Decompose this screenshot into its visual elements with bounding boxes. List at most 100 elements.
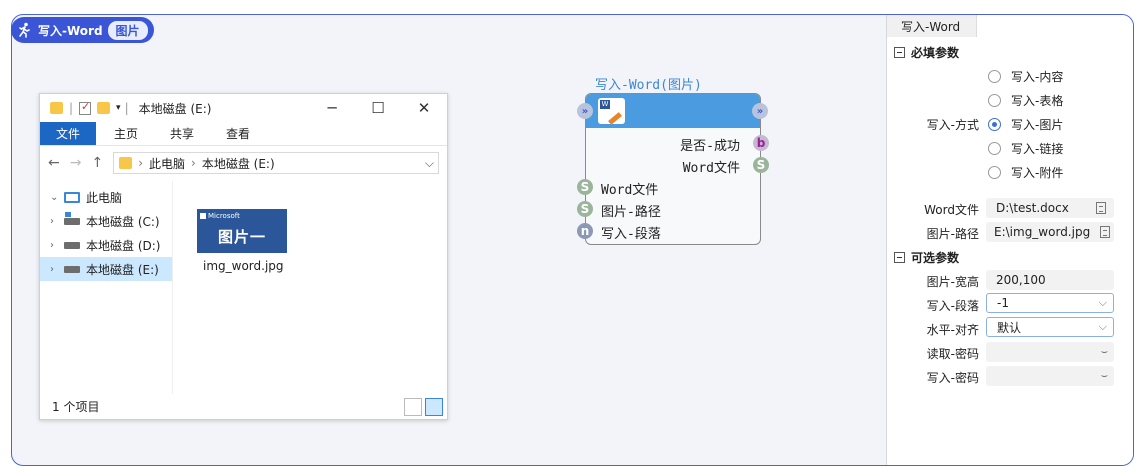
radio-label: 写入-附件 xyxy=(1011,166,1064,180)
expand-chevron-icon[interactable]: › xyxy=(50,240,58,251)
read-password-label: 读取-密码 xyxy=(926,347,979,361)
collapse-icon[interactable] xyxy=(894,252,905,263)
write-word-node[interactable]: W 是否-成功 Word文件 Word文件 图片-路径 写入-段落 xyxy=(585,93,761,245)
forward-arrow-icon[interactable]: → xyxy=(70,155,82,171)
close-button[interactable]: ✕ xyxy=(401,99,447,117)
expand-chevron-icon[interactable]: › xyxy=(50,216,58,227)
computer-icon xyxy=(64,191,80,203)
optional-section-header[interactable]: 可选参数 xyxy=(894,249,959,266)
canvas-title: 写入-Word xyxy=(38,23,103,38)
expand-chevron-icon[interactable]: › xyxy=(50,264,58,275)
tree-item-drive-e[interactable]: › 本地磁盘 (E:) xyxy=(40,257,172,281)
up-arrow-icon[interactable]: ↑ xyxy=(91,155,103,171)
breadcrumb-this-pc[interactable]: 此电脑 xyxy=(149,155,185,172)
write-mode-label: 写入-方式 xyxy=(926,118,979,132)
field-value: -1 xyxy=(997,296,1009,310)
breadcrumb-drive-e[interactable]: 本地磁盘 (E:) xyxy=(202,155,275,172)
tree-item-label: 本地磁盘 (E:) xyxy=(86,262,159,277)
expand-chevron-icon[interactable]: ⌄ xyxy=(50,192,58,203)
flow-input-port[interactable]: » xyxy=(577,103,593,119)
explorer-status-bar: 1 个项目 xyxy=(40,394,447,419)
canvas-title-pill[interactable]: 写入-Word 图片 xyxy=(11,17,154,43)
input-port-string[interactable]: S xyxy=(577,179,593,195)
paragraph-select[interactable]: -1 ⌵ xyxy=(986,293,1114,313)
eye-closed-icon[interactable]: ⌣ xyxy=(1101,345,1108,359)
file-name[interactable]: img_word.jpg xyxy=(203,259,284,273)
properties-icon[interactable] xyxy=(79,100,92,115)
quick-access-dropdown-icon[interactable]: ▾ xyxy=(116,103,121,113)
radio-label: 写入-内容 xyxy=(1011,70,1064,84)
eye-closed-icon[interactable]: ⌣ xyxy=(1101,369,1108,383)
properties-panel: 写入-Word 必填参数 写入-内容 写入-表格 写入-方式 写入-图片 写入-… xyxy=(886,15,1133,465)
radio-write-content[interactable]: 写入-内容 xyxy=(988,68,1063,85)
canvas-badge: 图片 xyxy=(107,20,148,40)
paragraph-label: 写入-段落 xyxy=(926,299,979,313)
tree-item-drive-d[interactable]: › 本地磁盘 (D:) xyxy=(40,233,172,257)
tree-item-drive-c[interactable]: › 本地磁盘 (C:) xyxy=(40,209,172,233)
maximize-button[interactable]: ☐ xyxy=(355,99,401,117)
new-folder-icon[interactable] xyxy=(97,102,111,114)
node-input-label: 写入-段落 xyxy=(601,227,661,242)
image-file-thumbnail[interactable]: Microsoft 图片一 xyxy=(197,209,287,253)
back-arrow-icon[interactable]: ← xyxy=(48,155,60,171)
output-port-string[interactable]: S xyxy=(753,157,769,173)
tree-item-this-pc[interactable]: ⌄ 此电脑 xyxy=(40,185,172,209)
radio-button[interactable] xyxy=(988,94,1001,107)
explorer-window-title: 本地磁盘 (E:) xyxy=(138,101,212,116)
file-browse-icon[interactable] xyxy=(1100,226,1110,238)
node-output-label: 是否-成功 xyxy=(680,139,740,154)
file-list: Microsoft 图片一 img_word.jpg xyxy=(173,181,447,394)
radio-label: 写入-链接 xyxy=(1011,142,1064,156)
word-file-label: Word文件 xyxy=(924,203,979,217)
radio-button[interactable] xyxy=(988,70,1001,83)
chevron-down-icon[interactable]: ⌵ xyxy=(1099,296,1107,310)
align-label: 水平-对齐 xyxy=(926,323,979,337)
node-input-label: 图片-路径 xyxy=(601,205,661,220)
tree-item-label: 本地磁盘 (C:) xyxy=(86,214,160,229)
minimize-button[interactable]: ─ xyxy=(309,99,355,117)
radio-write-attachment[interactable]: 写入-附件 xyxy=(988,164,1063,181)
radio-button[interactable] xyxy=(988,166,1001,179)
ribbon-tab-home[interactable]: 主页 xyxy=(100,122,152,145)
field-value: 200,100 xyxy=(996,273,1046,287)
radio-label: 写入-图片 xyxy=(1011,118,1064,132)
radio-button-selected[interactable] xyxy=(988,118,1001,131)
required-section-header[interactable]: 必填参数 xyxy=(894,44,959,61)
node-header[interactable]: W xyxy=(586,94,760,128)
output-port-bool[interactable]: b xyxy=(753,135,769,151)
image-size-field[interactable]: 200,100 xyxy=(986,270,1114,290)
tree-item-label: 此电脑 xyxy=(86,190,123,205)
tab-write-word[interactable]: 写入-Word xyxy=(887,15,977,37)
drive-icon xyxy=(64,265,80,273)
input-port-string[interactable]: S xyxy=(577,201,593,217)
align-select[interactable]: 默认 ⌵ xyxy=(986,317,1114,337)
radio-write-link[interactable]: 写入-链接 xyxy=(988,140,1063,157)
word-file-field[interactable]: D:\test.docx xyxy=(986,198,1114,218)
image-path-field[interactable]: E:\img_word.jpg xyxy=(986,222,1114,242)
collapse-icon[interactable] xyxy=(894,47,905,58)
radio-button[interactable] xyxy=(988,142,1001,155)
file-browse-icon[interactable] xyxy=(1096,202,1106,214)
image-size-label: 图片-宽高 xyxy=(926,275,979,289)
read-password-field[interactable]: ⌣ xyxy=(986,342,1114,362)
address-bar[interactable]: › 此电脑 › 本地磁盘 (E:) ⌵ xyxy=(113,152,439,174)
details-view-icon[interactable] xyxy=(404,397,422,416)
chevron-down-icon[interactable]: ⌵ xyxy=(1099,320,1107,334)
word-edit-icon: W xyxy=(598,98,625,125)
ribbon-tab-file[interactable]: 文件 xyxy=(40,122,97,145)
write-password-field[interactable]: ⌣ xyxy=(986,366,1114,386)
large-icons-view-icon[interactable] xyxy=(425,397,443,416)
ribbon-tab-share[interactable]: 共享 xyxy=(156,122,208,145)
input-port-number[interactable]: n xyxy=(577,223,593,239)
system-drive-icon xyxy=(64,211,80,225)
ribbon-tab-view[interactable]: 查看 xyxy=(212,122,264,145)
folder-icon xyxy=(50,102,63,114)
address-dropdown-icon[interactable]: ⌵ xyxy=(425,156,434,171)
section-title: 必填参数 xyxy=(911,46,960,60)
flow-output-port[interactable]: » xyxy=(752,103,768,119)
radio-write-table[interactable]: 写入-表格 xyxy=(988,92,1063,109)
explorer-address-row: ← → ↑ › 此电脑 › 本地磁盘 (E:) ⌵ xyxy=(40,146,447,180)
separator: | xyxy=(124,101,129,115)
radio-write-image[interactable]: 写入-图片 xyxy=(988,116,1063,133)
node-input-label: Word文件 xyxy=(601,183,659,198)
